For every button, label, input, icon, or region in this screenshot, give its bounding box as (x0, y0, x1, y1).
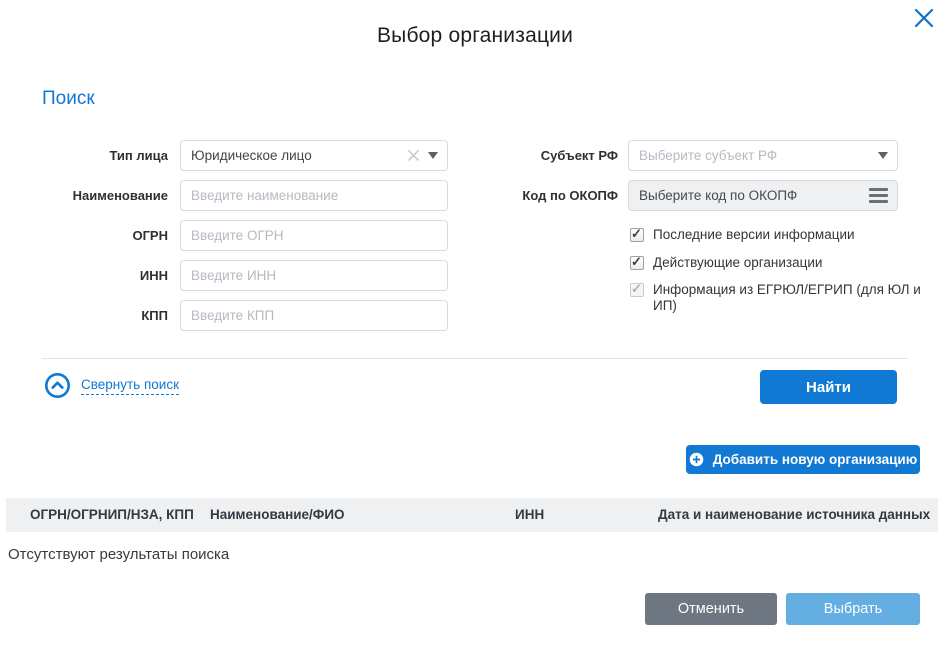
checkbox-icon: ✓ (630, 283, 644, 297)
page-title: Выбор организации (0, 24, 950, 48)
person-type-value[interactable] (181, 141, 406, 170)
collapse-search-label[interactable]: Свернуть поиск (81, 377, 179, 395)
chevron-up-circle-icon (44, 372, 71, 399)
checkbox-active-organizations[interactable]: ✓ Действующие организации (630, 255, 822, 271)
checkbox-label: Последние версии информации (653, 227, 855, 243)
name-input[interactable] (180, 180, 448, 211)
inn-label: ИНН (8, 260, 168, 291)
column-header-inn: ИНН (515, 498, 544, 532)
select-button[interactable]: Выбрать (786, 593, 920, 625)
collapse-search-link[interactable]: Свернуть поиск (44, 372, 179, 399)
region-label: Субъект РФ (430, 140, 618, 171)
kpp-field-wrap (180, 300, 448, 331)
clear-icon[interactable] (406, 148, 421, 163)
search-heading: Поиск (42, 88, 95, 110)
plus-circle-icon (689, 452, 704, 467)
name-field-wrap (180, 180, 448, 211)
person-type-label: Тип лица (8, 140, 168, 171)
kpp-label: КПП (8, 300, 168, 331)
ogrn-input[interactable] (180, 220, 448, 251)
find-button[interactable]: Найти (760, 370, 897, 404)
region-input[interactable] (629, 141, 871, 170)
results-table-header: ОГРН/ОГРНИП/НЗА, КПП Наименование/ФИО ИН… (6, 498, 938, 532)
okopf-label: Код по ОКОПФ (430, 180, 618, 211)
divider (42, 358, 908, 359)
checkbox-latest-versions[interactable]: ✓ Последние версии информации (630, 227, 855, 243)
checkbox-icon[interactable]: ✓ (630, 228, 644, 242)
column-header-source: Дата и наименование источника данных (658, 498, 930, 532)
column-header-ogrn: ОГРН/ОГРНИП/НЗА, КПП (30, 498, 194, 532)
organization-select-dialog: Выбор организации Поиск Тип лица Наимено… (0, 0, 950, 665)
checkbox-egrul-info: ✓ Информация из ЕГРЮЛ/ЕГРИП (для ЮЛ и ИП… (630, 282, 938, 314)
chevron-down-icon[interactable] (878, 152, 888, 159)
person-type-select[interactable] (180, 140, 448, 171)
ogrn-field-wrap (180, 220, 448, 251)
okopf-input[interactable] (629, 181, 869, 210)
checkbox-label: Информация из ЕГРЮЛ/ЕГРИП (для ЮЛ и ИП) (653, 282, 938, 314)
add-organization-button[interactable]: Добавить новую организацию (686, 445, 920, 474)
checkbox-icon[interactable]: ✓ (630, 256, 644, 270)
region-select[interactable] (628, 140, 898, 171)
inn-input[interactable] (180, 260, 448, 291)
inn-field-wrap (180, 260, 448, 291)
ogrn-label: ОГРН (8, 220, 168, 251)
empty-results-message: Отсутствуют результаты поиска (8, 546, 229, 563)
close-icon (911, 5, 937, 31)
checkbox-label: Действующие организации (653, 255, 822, 271)
close-button[interactable] (911, 5, 937, 34)
cancel-button[interactable]: Отменить (645, 593, 777, 625)
column-header-name: Наименование/ФИО (210, 498, 345, 532)
okopf-select[interactable] (628, 180, 898, 211)
menu-icon[interactable] (869, 188, 888, 203)
kpp-input[interactable] (180, 300, 448, 331)
add-organization-label: Добавить новую организацию (713, 452, 918, 467)
name-label: Наименование (8, 180, 168, 211)
